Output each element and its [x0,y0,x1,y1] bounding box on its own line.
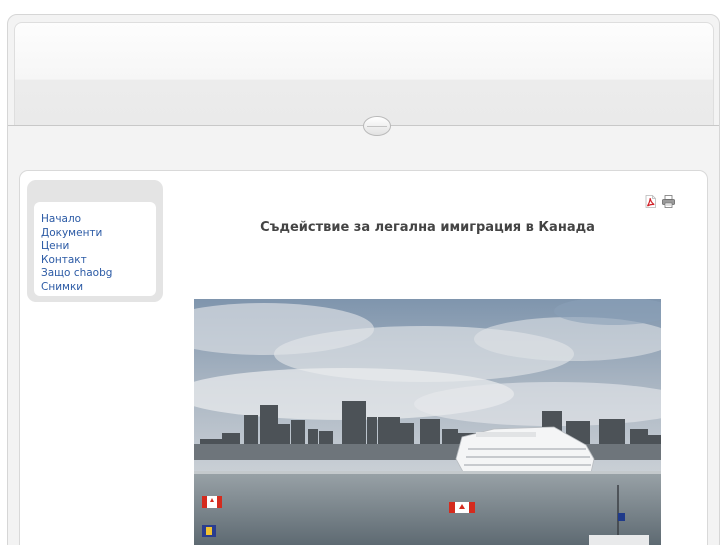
menu-item-home: Начало [41,207,112,225]
header-ornament [363,116,391,136]
print-icon[interactable] [662,193,675,208]
menu-link-photos[interactable]: Снимки [41,281,83,293]
menu-item-documents: Документи [41,221,112,239]
site-header [14,22,714,126]
pdf-icon[interactable] [644,193,657,208]
article-title: Съдействие за легална имиграция в Канада [260,220,595,235]
article-photo [194,299,661,545]
menu-item-contact: Контакт [41,248,112,266]
main-menu-list: Начало Документи Цени Контакт Защо chaob… [41,207,112,293]
menu-item-why: Защо chaobg [41,261,112,279]
